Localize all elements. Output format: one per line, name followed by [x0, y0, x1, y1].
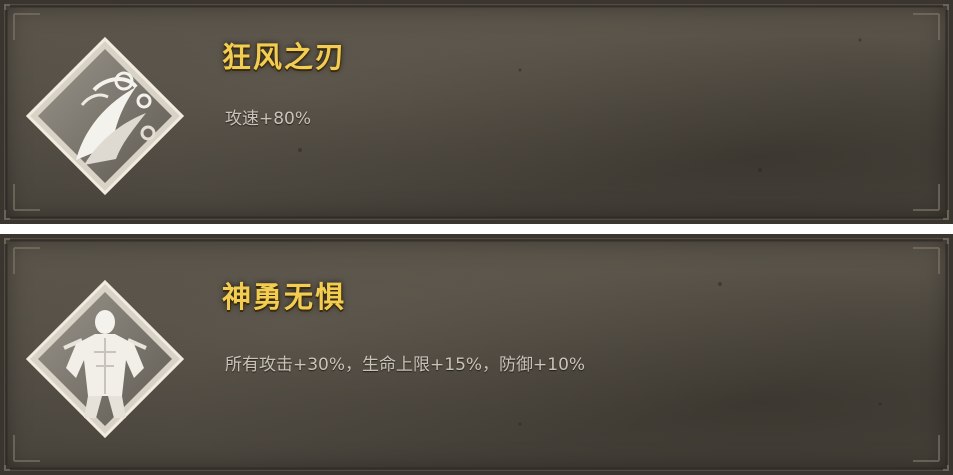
skill-list: 狂风之刃 攻速+80% 神勇无惧 所有攻击+30%，生命上限+15%，防御+10…	[0, 0, 953, 475]
brave-warrior-icon	[24, 278, 186, 440]
skill-name: 狂风之刃	[222, 40, 347, 74]
skill-description: 攻速+80%	[225, 109, 312, 129]
skill-name: 神勇无惧	[222, 280, 347, 314]
skill-card-brave[interactable]: 神勇无惧 所有攻击+30%，生命上限+15%，防御+10%	[0, 234, 953, 475]
skill-card-wind-blade[interactable]: 狂风之刃 攻速+80%	[0, 0, 953, 224]
skill-description: 所有攻击+30%，生命上限+15%，防御+10%	[225, 355, 586, 375]
wind-blade-icon	[24, 35, 186, 197]
